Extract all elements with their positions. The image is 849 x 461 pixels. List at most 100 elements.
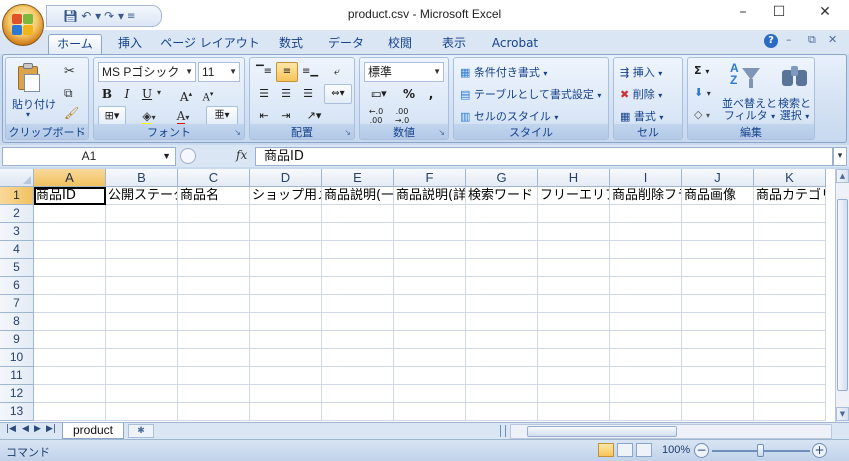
cell-i6[interactable] (610, 277, 682, 295)
close-button[interactable]: ✕ (810, 4, 840, 24)
number-format-select[interactable]: 標準 ▼ (364, 62, 444, 82)
cell-f1[interactable]: 商品説明(詳細) (394, 187, 466, 205)
cell-a10[interactable] (34, 349, 106, 367)
alignment-launcher-icon[interactable]: ↘ (344, 128, 351, 137)
cell-a12[interactable] (34, 385, 106, 403)
zoom-in-icon[interactable]: + (812, 443, 827, 458)
cell-g3[interactable] (466, 223, 538, 241)
tab-insert[interactable]: 挿入 (108, 34, 152, 54)
cell-d13[interactable] (250, 403, 322, 421)
cell-b8[interactable] (106, 313, 178, 331)
cell-j11[interactable] (682, 367, 754, 385)
formula-cancel-icon[interactable] (180, 148, 196, 164)
cell-c7[interactable] (178, 295, 250, 313)
ribbon-close-icon[interactable]: ✕ (828, 33, 837, 46)
cell-h9[interactable] (538, 331, 610, 349)
delete-cells-button[interactable]: ✖ 削除 ▾ (620, 86, 662, 102)
cell-h4[interactable] (538, 241, 610, 259)
zoom-out-icon[interactable]: − (694, 443, 709, 458)
cell-k6[interactable] (754, 277, 826, 295)
cell-j12[interactable] (682, 385, 754, 403)
cell-j8[interactable] (682, 313, 754, 331)
cell-g9[interactable] (466, 331, 538, 349)
cell-c3[interactable] (178, 223, 250, 241)
cell-g5[interactable] (466, 259, 538, 277)
cell-f9[interactable] (394, 331, 466, 349)
paste-icon[interactable] (16, 62, 42, 92)
cell-i12[interactable] (610, 385, 682, 403)
cell-e5[interactable] (322, 259, 394, 277)
cell-g2[interactable] (466, 205, 538, 223)
clipboard-launcher-icon[interactable]: ↘ (78, 128, 85, 137)
cell-a13[interactable] (34, 403, 106, 421)
cell-j6[interactable] (682, 277, 754, 295)
page-break-view-icon[interactable] (636, 443, 652, 457)
bold-button[interactable]: B (98, 84, 116, 104)
cell-b6[interactable] (106, 277, 178, 295)
maximize-button[interactable]: ☐ (764, 4, 794, 24)
expand-formula-bar-icon[interactable]: ▾ (833, 147, 847, 166)
cell-k10[interactable] (754, 349, 826, 367)
cell-f12[interactable] (394, 385, 466, 403)
cell-c8[interactable] (178, 313, 250, 331)
column-header-c[interactable]: C (178, 169, 250, 187)
cell-h5[interactable] (538, 259, 610, 277)
decrease-decimal-icon[interactable]: .00 →.0 (390, 106, 414, 126)
cell-k2[interactable] (754, 205, 826, 223)
cell-g8[interactable] (466, 313, 538, 331)
cell-j3[interactable] (682, 223, 754, 241)
page-layout-view-icon[interactable] (617, 443, 633, 457)
cell-a11[interactable] (34, 367, 106, 385)
align-left-icon[interactable]: ☰ (254, 84, 274, 104)
cell-i8[interactable] (610, 313, 682, 331)
paste-button[interactable]: 貼り付け (12, 96, 56, 112)
cell-k11[interactable] (754, 367, 826, 385)
cell-h1[interactable]: フリーエリア (538, 187, 610, 205)
merge-center-icon[interactable]: ⇔▾ (324, 84, 352, 104)
cell-b4[interactable] (106, 241, 178, 259)
cell-h8[interactable] (538, 313, 610, 331)
cell-c2[interactable] (178, 205, 250, 223)
cell-k13[interactable] (754, 403, 826, 421)
horizontal-scroll-thumb[interactable] (527, 426, 677, 437)
cell-styles-button[interactable]: ▥ セルのスタイル ▾ (460, 108, 558, 124)
help-icon[interactable]: ? (764, 34, 778, 48)
cell-b3[interactable] (106, 223, 178, 241)
cell-c10[interactable] (178, 349, 250, 367)
column-header-h[interactable]: H (538, 169, 610, 187)
cell-f8[interactable] (394, 313, 466, 331)
cell-g7[interactable] (466, 295, 538, 313)
cell-k9[interactable] (754, 331, 826, 349)
cell-i7[interactable] (610, 295, 682, 313)
cell-b7[interactable] (106, 295, 178, 313)
increase-indent-icon[interactable]: ⇥ (276, 106, 296, 126)
cell-i5[interactable] (610, 259, 682, 277)
cell-f11[interactable] (394, 367, 466, 385)
cell-e4[interactable] (322, 241, 394, 259)
cell-i10[interactable] (610, 349, 682, 367)
sort-filter-icon[interactable]: AZ (730, 62, 760, 92)
orientation-icon[interactable]: ↗▾ (300, 106, 328, 126)
row-header-13[interactable]: 13 (0, 403, 34, 421)
normal-view-icon[interactable] (598, 443, 614, 457)
cell-b1[interactable]: 公開ステータス (106, 187, 178, 205)
wrap-text-icon[interactable]: ⤶ (326, 62, 348, 82)
column-header-j[interactable]: J (682, 169, 754, 187)
cell-j2[interactable] (682, 205, 754, 223)
row-header-8[interactable]: 8 (0, 313, 34, 331)
cell-h12[interactable] (538, 385, 610, 403)
shrink-font-icon[interactable]: A▾ (198, 84, 218, 104)
cell-f2[interactable] (394, 205, 466, 223)
cell-a4[interactable] (34, 241, 106, 259)
tab-review[interactable]: 校閲 (378, 34, 422, 54)
cell-e3[interactable] (322, 223, 394, 241)
sort-filter-button[interactable]: 並べ替えと フィルタ ▾ (722, 98, 777, 123)
zoom-level[interactable]: 100% (662, 444, 690, 456)
scroll-down-icon[interactable]: ▼ (836, 407, 849, 421)
comma-button[interactable]: , (422, 84, 440, 104)
tab-formulas[interactable]: 数式 (268, 34, 314, 54)
tab-data[interactable]: データ (322, 34, 370, 54)
row-header-9[interactable]: 9 (0, 331, 34, 349)
cell-a8[interactable] (34, 313, 106, 331)
cell-f6[interactable] (394, 277, 466, 295)
